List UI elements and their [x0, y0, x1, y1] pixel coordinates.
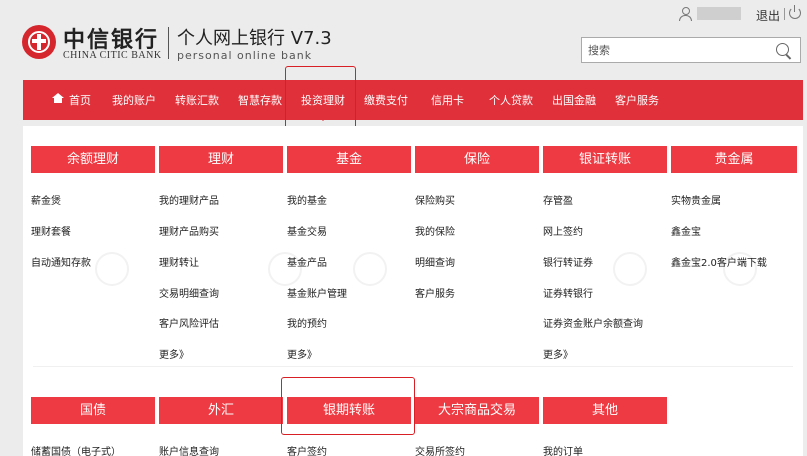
menu-link[interactable]: 存管盈 [543, 192, 573, 207]
nav-payment[interactable]: 缴费支付 [364, 92, 408, 108]
nav-customer-service[interactable]: 客户服务 [615, 92, 659, 108]
menu-link[interactable]: 理财产品购买 [159, 223, 219, 238]
user-icon-head [682, 7, 690, 15]
more-link[interactable]: 更多》 [159, 346, 189, 361]
nav-smart-deposit[interactable]: 智慧存款 [238, 92, 282, 108]
menu-link[interactable]: 账户信息查询 [159, 443, 219, 456]
category-insurance[interactable]: 保险 [415, 146, 539, 173]
category-wealth[interactable]: 理财 [159, 146, 283, 173]
menu-link[interactable]: 实物贵金属 [671, 192, 721, 207]
main-nav: 首页 我的账户 转账汇款 智慧存款 投资理财 缴费支付 信用卡 个人贷款 出国金… [23, 80, 803, 120]
search-icon[interactable] [776, 43, 789, 56]
nav-home[interactable]: 首页 [69, 92, 91, 108]
menu-link[interactable]: 鑫金宝 [671, 223, 701, 238]
category-other[interactable]: 其他 [543, 397, 667, 424]
category-fund[interactable]: 基金 [287, 146, 411, 173]
category-precious-metals[interactable]: 贵金属 [671, 146, 797, 173]
menu-link[interactable]: 客户风险评估 [159, 315, 219, 330]
menu-link[interactable]: 自动通知存款 [31, 254, 91, 269]
menu-link[interactable]: 银行转证券 [543, 254, 593, 269]
menu-link[interactable]: 基金交易 [287, 223, 327, 238]
menu-link[interactable]: 鑫金宝2.0客户端下载 [671, 254, 767, 269]
menu-link[interactable]: 网上签约 [543, 223, 583, 238]
category-commodities[interactable]: 大宗商品交易 [415, 397, 539, 424]
search-box [581, 37, 801, 63]
category-balance-finance[interactable]: 余额理财 [31, 146, 155, 173]
brand-divider [168, 27, 169, 59]
nav-overseas-finance[interactable]: 出国金融 [552, 92, 596, 108]
user-icon[interactable] [678, 7, 692, 21]
menu-link[interactable]: 证券资金账户余额查询 [543, 315, 643, 330]
nav-credit-card[interactable]: 信用卡 [431, 92, 464, 108]
menu-link[interactable]: 储蓄国债（电子式） [31, 443, 121, 456]
menu-link[interactable]: 薪金煲 [31, 192, 61, 207]
power-icon[interactable] [789, 5, 801, 19]
menu-link[interactable]: 基金账户管理 [287, 285, 347, 300]
nav-personal-loan[interactable]: 个人贷款 [489, 92, 533, 108]
category-bank-securities[interactable]: 银证转账 [543, 146, 667, 173]
category-forex[interactable]: 外汇 [159, 397, 283, 424]
menu-link[interactable]: 交易明细查询 [159, 285, 219, 300]
highlight-investment-nav [285, 66, 356, 133]
search-input[interactable] [588, 41, 758, 59]
nav-transfer[interactable]: 转账汇款 [175, 92, 219, 108]
product-subtitle: personal online bank [177, 49, 313, 62]
ghost-circle [613, 252, 647, 286]
menu-link[interactable]: 基金产品 [287, 254, 327, 269]
top-divider [784, 8, 785, 20]
top-bar: 中信银行 CHINA CITIC BANK 个人网上银行 V7.3 person… [0, 0, 807, 78]
category-treasury-bonds[interactable]: 国债 [31, 397, 155, 424]
nav-my-account[interactable]: 我的账户 [112, 92, 156, 108]
menu-link[interactable]: 我的理财产品 [159, 192, 219, 207]
more-link[interactable]: 更多》 [287, 346, 317, 361]
ghost-circle [95, 252, 129, 286]
menu-link[interactable]: 我的订单 [543, 443, 583, 456]
highlight-bank-futures [281, 377, 415, 435]
ghost-divider [33, 366, 793, 367]
home-icon[interactable] [52, 93, 64, 103]
menu-link[interactable]: 我的保险 [415, 223, 455, 238]
menu-link[interactable]: 我的预约 [287, 315, 327, 330]
menu-link[interactable]: 客户服务 [415, 285, 455, 300]
product-title: 个人网上银行 V7.3 [177, 28, 332, 49]
menu-link[interactable]: 我的基金 [287, 192, 327, 207]
bank-logo[interactable] [22, 25, 56, 59]
menu-link[interactable]: 证券转银行 [543, 285, 593, 300]
ghost-circle [353, 252, 387, 286]
masked-username [697, 7, 741, 20]
logo-mark-cross [32, 39, 46, 43]
menu-link[interactable]: 理财套餐 [31, 223, 71, 238]
menu-link[interactable]: 保险购买 [415, 192, 455, 207]
menu-link[interactable]: 交易所签约 [415, 443, 465, 456]
brand-name-en: CHINA CITIC BANK [63, 50, 162, 61]
menu-link[interactable]: 理财转让 [159, 254, 199, 269]
user-icon-body [679, 15, 692, 21]
logout-link[interactable]: 退出 [756, 7, 780, 24]
menu-link[interactable]: 客户签约 [287, 443, 327, 456]
menu-link[interactable]: 明细查询 [415, 254, 455, 269]
more-link[interactable]: 更多》 [543, 346, 573, 361]
